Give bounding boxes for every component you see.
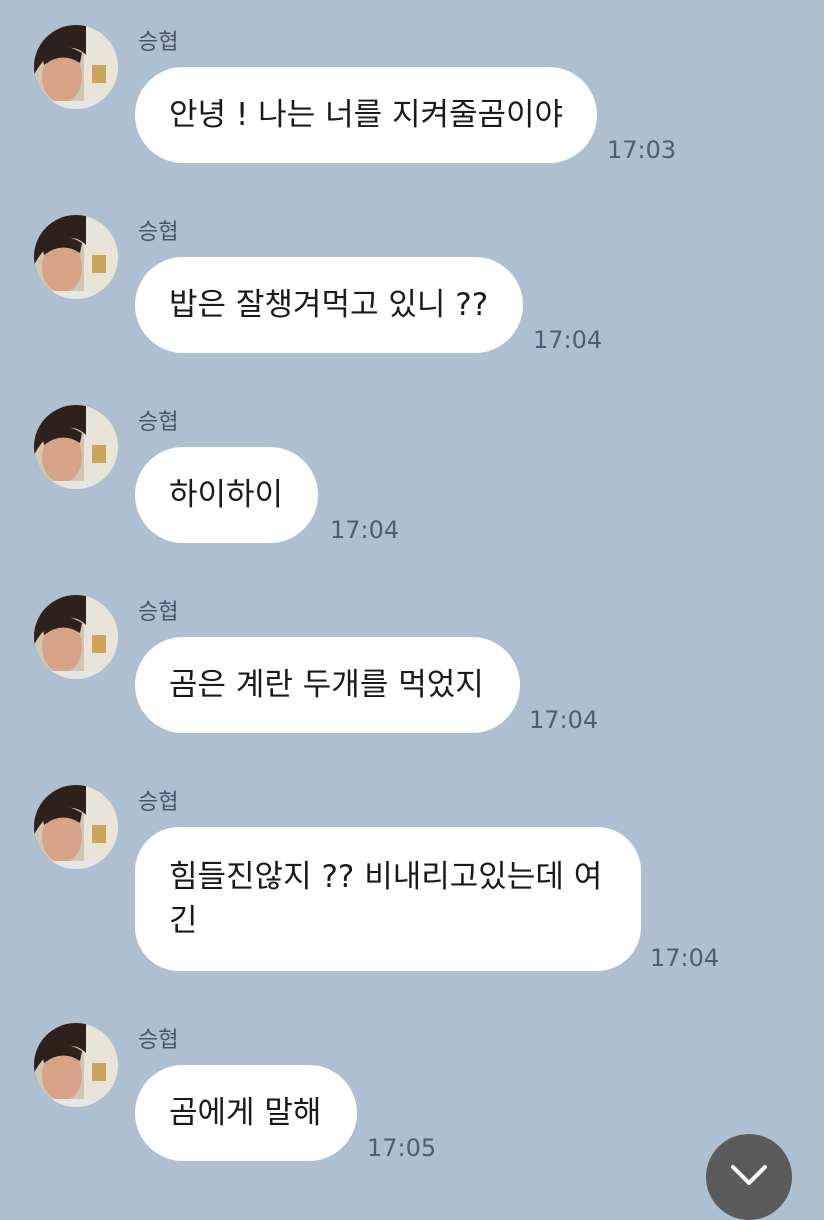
chevron-down-icon (729, 1163, 769, 1191)
message-time: 17:03 (607, 136, 677, 164)
message-bubble[interactable]: 안녕 ! 나는 너를 지켜줄곰이야 (135, 67, 597, 163)
message-bubble[interactable]: 힘들진않지 ?? 비내리고있는데 여긴 (135, 827, 641, 971)
sender-name: 승협 (138, 220, 179, 245)
message-text: 안녕 ! 나는 너를 지켜줄곰이야 (169, 97, 564, 133)
message-bubble[interactable]: 밥은 잘챙겨먹고 있니 ?? (135, 257, 523, 353)
message-bubble[interactable]: 곰에게 말해 (135, 1065, 357, 1161)
sender-avatar[interactable] (34, 215, 118, 299)
message-text: 하이하이 (169, 477, 284, 513)
message-text: 힘들진않지 ?? 비내리고있는데 여긴 (169, 859, 603, 939)
sender-avatar[interactable] (34, 25, 118, 109)
message-text: 곰에게 말해 (169, 1095, 322, 1131)
message-bubble[interactable]: 하이하이 (135, 447, 318, 543)
message-time: 17:05 (367, 1134, 437, 1162)
message-text: 밥은 잘챙겨먹고 있니 ?? (169, 287, 489, 323)
sender-name: 승협 (138, 790, 179, 815)
message-time: 17:04 (529, 706, 599, 734)
sender-avatar[interactable] (34, 405, 118, 489)
message-text: 곰은 계란 두개를 먹었지 (169, 667, 484, 703)
sender-name: 승협 (138, 30, 179, 55)
chat-message-list[interactable]: 승협 안녕 ! 나는 너를 지켜줄곰이야 17:03 승협 밥은 잘챙겨먹고 있… (0, 0, 824, 1220)
sender-avatar[interactable] (34, 595, 118, 679)
message-bubble[interactable]: 곰은 계란 두개를 먹었지 (135, 637, 520, 733)
scroll-to-bottom-button[interactable] (706, 1134, 792, 1220)
sender-name: 승협 (138, 600, 179, 625)
message-time: 17:04 (650, 944, 720, 972)
sender-name: 승협 (138, 410, 179, 435)
sender-avatar[interactable] (34, 785, 118, 869)
message-time: 17:04 (533, 326, 603, 354)
sender-avatar[interactable] (34, 1023, 118, 1107)
message-time: 17:04 (330, 516, 400, 544)
sender-name: 승협 (138, 1028, 179, 1053)
